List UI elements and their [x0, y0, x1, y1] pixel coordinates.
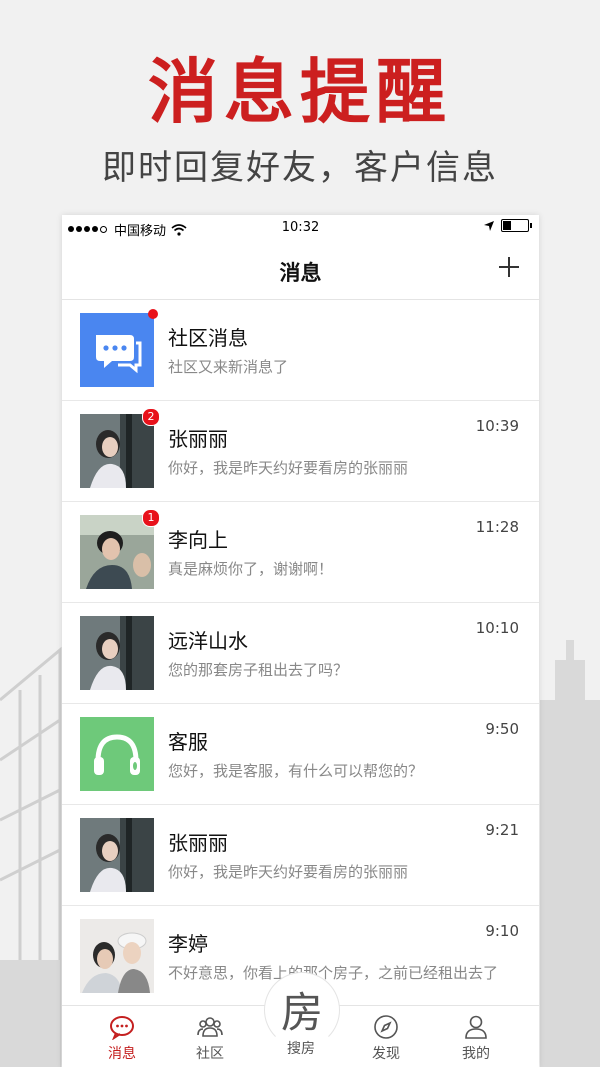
unread-count-badge: 1 [142, 509, 160, 527]
page-title: 消息 [279, 261, 322, 285]
photo-avatar [80, 616, 154, 690]
avatar: 2 [80, 408, 160, 488]
promo-title: 消息提醒 [148, 51, 452, 133]
tab-label: 社区 [196, 1046, 224, 1062]
contact-name: 远洋山水 [168, 629, 248, 653]
tab-discover[interactable]: 发现 [351, 1014, 421, 1063]
photo-avatar [80, 414, 154, 488]
unread-dot [148, 309, 158, 319]
avatar [80, 919, 154, 993]
compass-icon [374, 1015, 398, 1039]
promo-subtitle: 即时回复好友，客户信息 [102, 148, 498, 188]
location-arrow-icon [484, 220, 494, 231]
contact-name: 李婷 [168, 932, 208, 956]
message-row-customer-service[interactable]: 客服 您好，我是客服，有什么可以帮您的？ 9:50 [62, 704, 539, 805]
message-row[interactable]: 1 李向上 真是麻烦你了，谢谢啊！ 11:28 [62, 502, 539, 603]
chat-icon [110, 1016, 134, 1040]
contact-name: 社区消息 [168, 326, 248, 350]
bottom-tab-bar: 消息 社区 房 搜房 发现 我的 [62, 972, 539, 1067]
headset-icon [80, 717, 154, 791]
photo-avatar [80, 919, 154, 993]
unread-count-badge: 2 [142, 408, 160, 426]
tab-label: 搜房 [287, 1041, 315, 1057]
tab-profile[interactable]: 我的 [441, 1014, 511, 1063]
person-icon [465, 1015, 487, 1039]
message-preview: 您的那套房子租出去了吗？ [168, 661, 349, 679]
message-row[interactable]: 2 张丽丽 你好，我是昨天约好要看房的张丽丽 10:39 [62, 401, 539, 502]
message-time: 10:10 [475, 619, 519, 637]
message-time: 9:21 [485, 821, 519, 839]
status-bar: 中国移动 10:32 [62, 215, 539, 241]
phone-screen: 中国移动 10:32 消息 社区消息 社区又来新消息了 2 张丽丽 你好，我是昨… [62, 215, 539, 1067]
photo-avatar [80, 818, 154, 892]
navigation-bar: 消息 [62, 241, 539, 300]
tab-label: 消息 [108, 1046, 136, 1062]
tab-label: 我的 [462, 1046, 490, 1062]
contact-name: 李向上 [168, 528, 228, 552]
message-preview: 您好，我是客服，有什么可以帮您的？ [168, 762, 424, 780]
house-search-icon: 房 [280, 988, 323, 1037]
message-row[interactable]: 张丽丽 你好，我是昨天约好要看房的张丽丽 9:21 [62, 805, 539, 906]
message-time: 10:39 [475, 417, 519, 435]
avatar [80, 309, 158, 387]
community-chat-icon [80, 313, 154, 387]
message-time: 9:10 [485, 922, 519, 940]
message-time: 9:50 [485, 720, 519, 738]
contact-name: 张丽丽 [168, 427, 228, 451]
photo-avatar [80, 515, 154, 589]
avatar: 1 [80, 509, 160, 589]
message-list: 社区消息 社区又来新消息了 2 张丽丽 你好，我是昨天约好要看房的张丽丽 10:… [62, 300, 539, 1007]
tab-house-search[interactable]: 房 [264, 972, 340, 1048]
battery-icon [501, 219, 532, 232]
message-time: 11:28 [475, 518, 519, 536]
message-preview: 社区又来新消息了 [168, 358, 289, 376]
avatar [80, 818, 154, 892]
message-row[interactable]: 远洋山水 您的那套房子租出去了吗？ 10:10 [62, 603, 539, 704]
message-preview: 不好意思，你看上的那个房子，之前已经租出去了 [168, 964, 499, 982]
contact-name: 张丽丽 [168, 831, 228, 855]
message-preview: 真是麻烦你了，谢谢啊！ [168, 560, 334, 578]
message-row-community[interactable]: 社区消息 社区又来新消息了 [62, 300, 539, 401]
status-time: 10:32 [281, 220, 320, 235]
avatar [80, 717, 154, 791]
plus-icon[interactable] [497, 255, 521, 279]
avatar [80, 616, 154, 690]
group-icon [197, 1017, 223, 1037]
message-preview: 你好，我是昨天约好要看房的张丽丽 [168, 863, 409, 881]
message-preview: 你好，我是昨天约好要看房的张丽丽 [168, 459, 409, 477]
contact-name: 客服 [168, 730, 208, 754]
tab-messages[interactable]: 消息 [87, 1014, 157, 1063]
tab-label: 发现 [372, 1046, 400, 1062]
tab-community[interactable]: 社区 [175, 1014, 245, 1063]
